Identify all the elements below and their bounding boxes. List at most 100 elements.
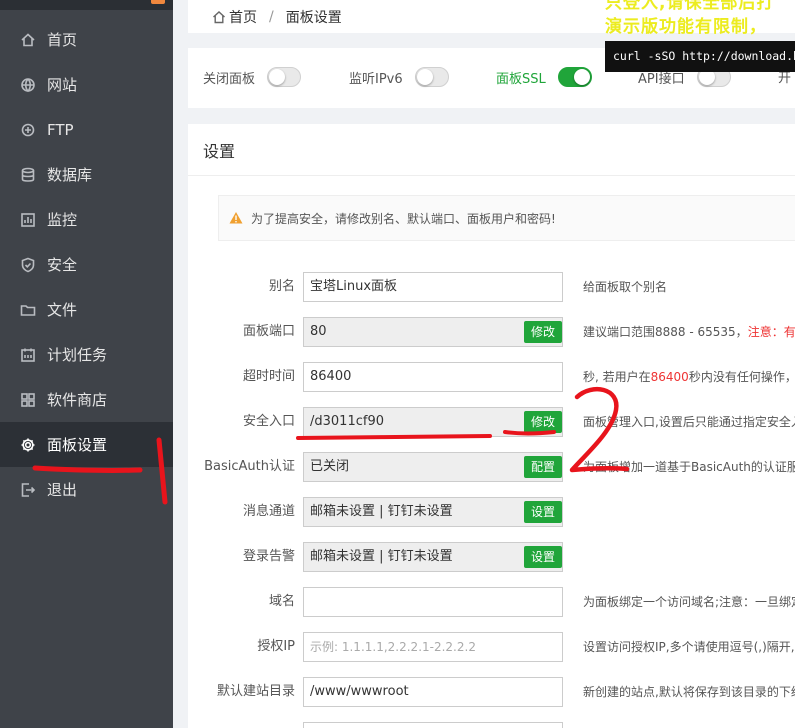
sidebar-item-cron[interactable]: 计划任务 [0, 332, 173, 377]
setting-row-security-entry: 安全入口 /d3011cf90 修改 面板管理入口,设置后只能通过指定安全入 [188, 407, 795, 437]
apps-icon [20, 392, 36, 408]
setting-row-auth-ip: 授权IP 示例: 1.1.1.1,2.2.2.1-2.2.2.2 设置访问授权I… [188, 632, 795, 662]
row-label: 登录告警 [242, 549, 295, 564]
hint-text: 秒, 若用户在 [583, 370, 651, 384]
ftp-icon [20, 122, 36, 138]
setting-row-alias: 别名 宝塔Linux面板 给面板取个别名 [188, 272, 795, 302]
modify-entry-button[interactable]: 修改 [524, 411, 563, 433]
gear-icon [20, 437, 36, 453]
hint-tail: 秒内没有任何操作，将 [688, 370, 795, 384]
sidebar-item-files[interactable]: 文件 [0, 287, 173, 332]
sidebar-item-label: 安全 [47, 256, 78, 274]
switch-label: 监听IPv6 [349, 71, 403, 87]
setting-row-next [188, 722, 795, 728]
settings-title: 设置 [188, 124, 795, 176]
row-hint: 为面板增加一道基于BasicAuth的认证服务 [583, 460, 795, 474]
hint-value: 86400 [650, 370, 689, 384]
sidebar-item-security[interactable]: 安全 [0, 242, 173, 287]
sidebar-item-label: 数据库 [47, 166, 93, 184]
monitor-icon [20, 212, 36, 228]
install-command: curl -sSO http://download.bt.cn [605, 41, 795, 72]
database-icon [20, 167, 36, 183]
row-hint: 建议端口范围8888 - 65535，注意：有安 [583, 317, 795, 347]
setting-row-site-dir: 默认建站目录 /www/wwwroot 新创建的站点,默认将保存到该目录的下级 [188, 677, 795, 707]
row-hint: 设置访问授权IP,多个请使用逗号(,)隔开,注 [583, 640, 795, 654]
sidebar-item-label: 文件 [47, 301, 78, 319]
row-label: 别名 [268, 279, 295, 294]
sidebar-item-label: 面板设置 [47, 436, 108, 454]
sidebar-item-home[interactable]: 首页 [0, 17, 173, 62]
logout-icon [20, 482, 36, 498]
row-hint: 为面板绑定一个访问域名;注意：一旦绑定 [583, 595, 795, 609]
timeout-input[interactable]: 86400 [303, 362, 563, 392]
home-icon [212, 10, 226, 24]
hint-warning: 注意：有安 [747, 325, 795, 339]
sidebar-item-monitor[interactable]: 监控 [0, 197, 173, 242]
close-panel-toggle[interactable] [267, 67, 302, 87]
sidebar-nav: 首页 网站 FTP 数据库 监控 安全 文件 计划任务 软件商店 面板设置 退出 [0, 17, 173, 512]
row-hint: 新创建的站点,默认将保存到该目录的下级 [583, 685, 795, 699]
main-area: 首页 / 面板设置 关闭面板 监听IPv6 面板SSL API接口 开 设置 为… [173, 0, 795, 728]
sidebar-item-logout[interactable]: 退出 [0, 467, 173, 512]
row-label: 安全入口 [242, 414, 295, 429]
breadcrumb-current: 面板设置 [285, 9, 342, 26]
settings-card: 设置 为了提高安全，请修改别名、默认端口、面板用户和密码! 别名 宝塔Linux… [188, 124, 795, 728]
switch-close-panel: 关闭面板 [203, 67, 302, 87]
shield-icon [20, 257, 36, 273]
home-icon [20, 32, 36, 48]
row-label: 超时时间 [242, 369, 295, 384]
row-label: 面板端口 [242, 324, 295, 339]
sidebar-item-website[interactable]: 网站 [0, 62, 173, 107]
message-channel-set-button[interactable]: 设置 [524, 501, 563, 523]
setting-row-login-alert: 登录告警 邮箱未设置 | 钉钉未设置 设置 [188, 542, 795, 572]
row-hint: 给面板取个别名 [583, 280, 668, 294]
sidebar-item-label: 计划任务 [47, 346, 108, 364]
auth-ip-input[interactable]: 示例: 1.1.1.1,2.2.2.1-2.2.2.2 [303, 632, 563, 662]
row-label: 消息通道 [242, 504, 295, 519]
row-label: 域名 [268, 594, 295, 609]
setting-row-port: 面板端口 80 修改 建议端口范围8888 - 65535，注意：有安 [188, 317, 795, 347]
notification-badge[interactable] [151, 0, 165, 4]
switch-label: 关闭面板 [203, 71, 256, 87]
sidebar: 首页 网站 FTP 数据库 监控 安全 文件 计划任务 软件商店 面板设置 退出 [0, 0, 173, 728]
login-alert-set-button[interactable]: 设置 [524, 546, 563, 568]
overlay-notice-line2: 演示版功能有限制， [605, 17, 767, 37]
calendar-icon [20, 347, 36, 363]
row-label: 默认建站目录 [216, 684, 295, 699]
folder-icon [20, 302, 36, 318]
row-hint: 秒, 若用户在86400秒内没有任何操作，将 [583, 362, 795, 392]
sidebar-item-label: 网站 [47, 76, 78, 94]
ipv6-toggle[interactable] [414, 67, 449, 87]
modify-port-button[interactable]: 修改 [524, 321, 563, 343]
sidebar-item-ftp[interactable]: FTP [0, 107, 173, 152]
switch-ipv6: 监听IPv6 [349, 67, 449, 87]
setting-row-basicauth: BasicAuth认证 已关闭 配置 为面板增加一道基于BasicAuth的认证… [188, 452, 795, 482]
ssl-toggle[interactable] [557, 67, 592, 87]
next-input[interactable] [303, 722, 563, 728]
security-warning: 为了提高安全，请修改别名、默认端口、面板用户和密码! [218, 195, 795, 241]
sidebar-item-label: FTP [47, 120, 74, 139]
sidebar-item-panel-settings[interactable]: 面板设置 [0, 422, 173, 467]
warning-text: 为了提高安全，请修改别名、默认端口、面板用户和密码! [251, 211, 556, 226]
sidebar-item-label: 退出 [47, 481, 78, 499]
hint-text: 建议端口范围8888 - 65535， [583, 325, 748, 339]
sidebar-item-database[interactable]: 数据库 [0, 152, 173, 197]
row-hint: 面板管理入口,设置后只能通过指定安全入 [583, 415, 795, 429]
sidebar-top-strip [0, 0, 173, 10]
row-label: 授权IP [257, 639, 295, 654]
sidebar-item-label: 软件商店 [47, 391, 108, 409]
sidebar-item-label: 首页 [47, 31, 78, 49]
switch-ssl: 面板SSL [496, 67, 592, 87]
configure-basicauth-button[interactable]: 配置 [524, 456, 563, 478]
domain-input[interactable] [303, 587, 563, 617]
breadcrumb-home[interactable]: 首页 [229, 7, 257, 27]
sidebar-item-label: 监控 [47, 211, 78, 229]
site-dir-input[interactable]: /www/wwwroot [303, 677, 563, 707]
switch-label: 面板SSL [496, 71, 546, 87]
sidebar-item-store[interactable]: 软件商店 [0, 377, 173, 422]
setting-row-message-channel: 消息通道 邮箱未设置 | 钉钉未设置 设置 [188, 497, 795, 527]
globe-icon [20, 77, 36, 93]
breadcrumb-separator: / [269, 8, 274, 25]
row-label: BasicAuth认证 [204, 459, 295, 474]
alias-input[interactable]: 宝塔Linux面板 [303, 272, 563, 302]
